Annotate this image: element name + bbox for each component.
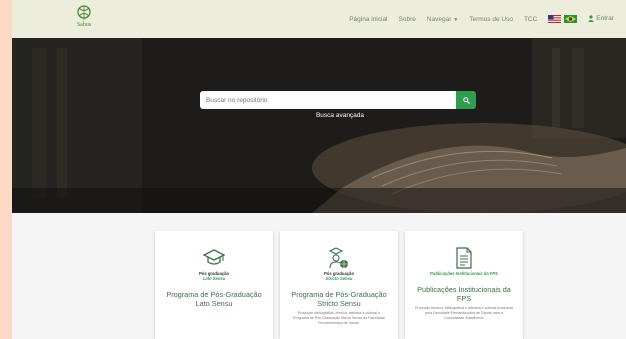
graduation-cap-icon [203,247,225,269]
card-desc: Produção bibliográfica, técnica, artísti… [293,311,385,325]
search-input[interactable] [200,91,456,109]
card-desc: Produção técnica, bibliográfica e artíst… [415,306,513,320]
nav-tcc[interactable]: TCC [524,16,537,23]
nav-about[interactable]: Sobre [399,16,416,23]
logo-icon [77,5,91,20]
navbar: Sabus Página inicial Sobre Navegar ▼ Ter… [12,0,626,38]
library-background [12,38,626,213]
logo[interactable]: Sabus [70,4,98,34]
card-sub2: Stricto Sensu [325,276,353,281]
user-icon [588,15,595,23]
nav-browse[interactable]: Navegar ▼ [427,16,458,23]
search-bar [200,91,476,109]
caret-down-icon: ▼ [453,16,459,23]
card-sub2: Publicações Institucionais da FPS [430,271,498,276]
advanced-search-link[interactable]: Busca avançada [12,112,626,119]
card-title[interactable]: Programa de Pós-Graduação Lato Sensu [155,290,273,308]
login-link[interactable]: Entrar [588,15,614,23]
nav-links: Página inicial Sobre Navegar ▼ Termos de… [349,0,614,38]
logo-text: Sabus [76,22,92,28]
hero-banner: Busca avançada [12,38,626,213]
document-icon [455,247,473,269]
page: Sabus Página inicial Sobre Navegar ▼ Ter… [12,0,626,339]
graduate-globe-icon [328,247,350,269]
brazil-flag-icon[interactable] [564,15,578,23]
card-title[interactable]: Publicações Institucionais da FPS [405,285,523,303]
search-icon [462,96,470,104]
card-title[interactable]: Programa de Pós-Graduação Stricto Sensu [280,290,398,308]
us-flag-icon[interactable] [548,15,562,23]
nav-terms[interactable]: Termos de Uso [469,16,513,23]
language-flags [548,15,578,23]
card-stricto-sensu[interactable]: Pós graduação Stricto Sensu Programa de … [280,231,398,339]
card-publicacoes[interactable]: Publicações Institucionais da FPS Public… [405,231,523,339]
login-label: Entrar [596,15,614,23]
collection-cards: Pós graduação Lato Sensu Programa de Pós… [155,231,523,339]
card-lato-sensu[interactable]: Pós graduação Lato Sensu Programa de Pós… [155,231,273,339]
search-button[interactable] [456,91,476,109]
card-sub2: Lato Sensu [202,276,226,281]
nav-browse-label: Navegar [426,15,452,23]
nav-home[interactable]: Página inicial [349,16,387,23]
